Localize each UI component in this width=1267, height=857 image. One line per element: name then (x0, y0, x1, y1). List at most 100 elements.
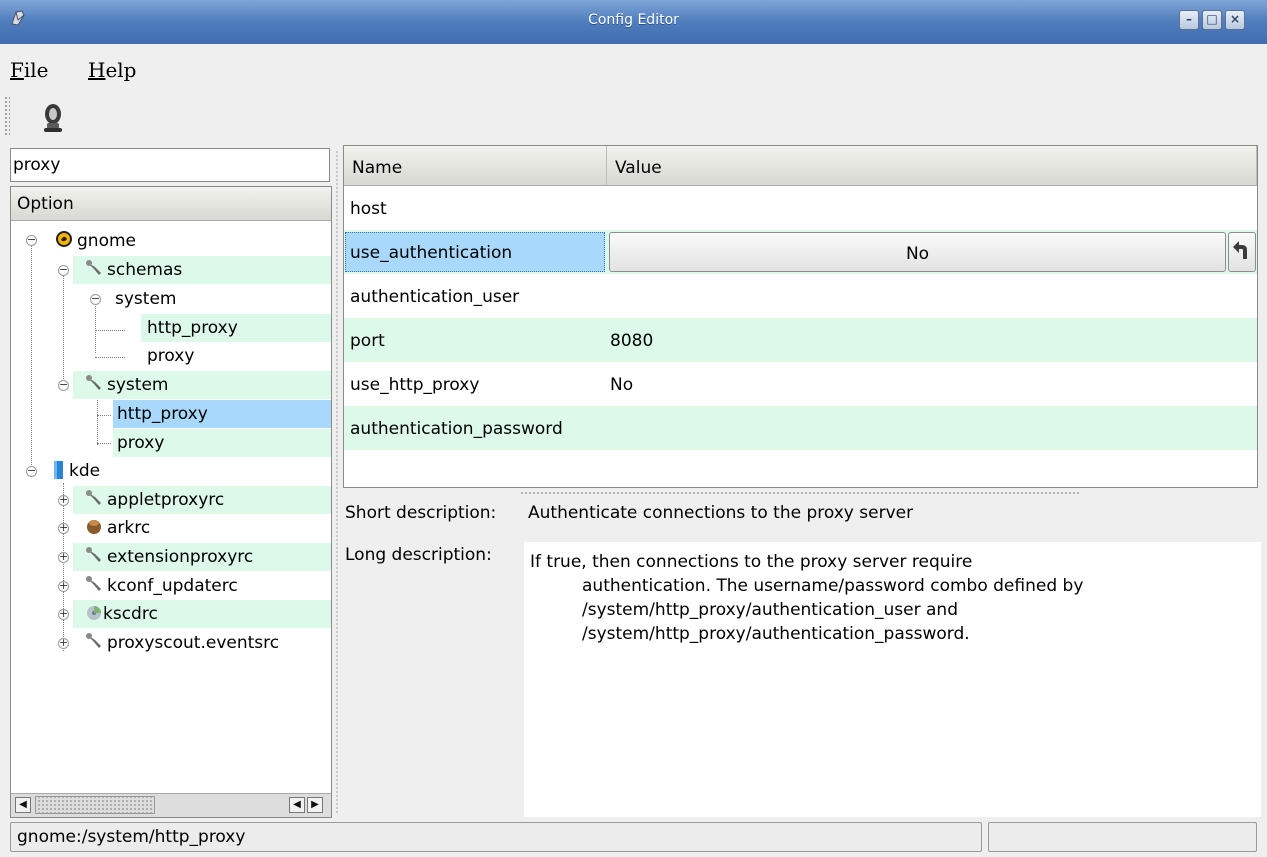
expand-toggle[interactable]: + (58, 551, 69, 563)
collapse-toggle[interactable]: − (58, 379, 69, 391)
tree-node-system-http-proxy[interactable]: http_proxy (113, 400, 331, 428)
key-name: authentication_user (350, 287, 520, 307)
window-title: Config Editor (588, 12, 679, 28)
table-row[interactable]: authentication_user (344, 274, 1257, 318)
arrow-right-icon: ▶ (311, 799, 319, 810)
close-icon: × (1229, 12, 1241, 26)
wrench-icon (86, 490, 101, 505)
title-bar[interactable]: Config Editor – □ × (0, 0, 1267, 44)
horizontal-splitter[interactable] (520, 491, 1080, 495)
collapse-toggle[interactable]: − (58, 264, 69, 276)
value-dropdown[interactable]: No (609, 232, 1226, 272)
tree-node-label: schemas (107, 260, 183, 280)
scroll-right-button[interactable]: ▶ (307, 797, 323, 813)
gnome-app-icon (56, 231, 72, 247)
tree-node-arkrc[interactable]: arkrc (73, 514, 331, 542)
tree-node-label: extensionproxyrc (107, 547, 254, 567)
minimize-icon: – (1186, 12, 1192, 26)
tree-node-label: appletproxyrc (107, 490, 225, 510)
long-description-label: Long description: (345, 545, 492, 565)
tree-node-label: proxy (117, 433, 165, 453)
tree-node-label: proxyscout.eventsrc (107, 633, 280, 653)
expand-toggle[interactable]: + (58, 580, 69, 592)
undo-icon (1233, 241, 1247, 259)
tree-node-appletproxyrc[interactable]: appletproxyrc (73, 486, 331, 514)
cd-player-icon (87, 606, 101, 620)
expand-toggle[interactable]: + (58, 522, 69, 534)
tree-node-schemas-http-proxy[interactable]: http_proxy (141, 314, 331, 342)
wrench-icon (86, 576, 101, 591)
vertical-splitter[interactable] (335, 150, 339, 815)
tree-node-system[interactable]: system (73, 371, 331, 399)
toolbar (0, 92, 1267, 142)
tree-node-label: kde (69, 461, 101, 481)
tree-node-kconf-updaterc[interactable]: kconf_updaterc (73, 572, 331, 600)
key-name: host (350, 199, 387, 219)
minimize-button[interactable]: – (1179, 10, 1199, 30)
scroll-left-button-secondary[interactable]: ◀ (289, 797, 305, 813)
long-description-line: authentication. The username/password co… (582, 576, 1084, 596)
table-row[interactable]: use_http_proxy No (344, 362, 1257, 406)
expand-toggle[interactable]: + (58, 608, 69, 620)
tree-node-label: arkrc (107, 518, 151, 538)
archive-icon (87, 520, 101, 534)
expand-toggle[interactable]: + (58, 494, 69, 506)
tree-node-label: http_proxy (117, 404, 208, 424)
gnome-foot-icon (44, 104, 62, 132)
option-tree[interactable]: Option − gnome schemas − system − http_p… (10, 186, 332, 818)
table-row[interactable]: authentication_password (344, 406, 1257, 450)
menu-help[interactable]: Help (88, 58, 137, 82)
expand-toggle[interactable]: + (58, 637, 69, 649)
search-input[interactable]: proxy (10, 148, 330, 182)
close-button[interactable]: × (1225, 10, 1245, 30)
key-value: 8080 (610, 331, 654, 351)
tree-node-proxyscout-eventsrc[interactable]: proxyscout.eventsrc (73, 629, 331, 657)
key-name: use_http_proxy (350, 375, 480, 395)
column-header-value[interactable]: Value (607, 146, 1257, 186)
tree-node-schemas-system[interactable]: system (103, 285, 331, 313)
status-bar: gnome:/system/http_proxy (0, 820, 1267, 857)
menu-file[interactable]: File (10, 58, 49, 82)
collapse-toggle[interactable]: − (26, 465, 37, 477)
table-row[interactable]: port 8080 (344, 318, 1257, 362)
tree-node-label: http_proxy (147, 318, 238, 338)
scrollbar-thumb[interactable] (35, 796, 155, 814)
tree-horizontal-scrollbar[interactable]: ◀ ◀ ▶ (11, 793, 331, 817)
collapse-toggle[interactable]: − (90, 293, 101, 305)
tree-node-label: kconf_updaterc (107, 576, 238, 596)
tree-header[interactable]: Option (11, 187, 331, 221)
toolbar-grip[interactable] (4, 96, 10, 136)
kde-app-icon (54, 461, 63, 479)
arrow-left-icon: ◀ (293, 799, 301, 810)
collapse-toggle[interactable]: − (26, 234, 37, 246)
scroll-left-button[interactable]: ◀ (15, 797, 31, 813)
long-description-line: /system/http_proxy/authentication_user a… (582, 600, 958, 620)
tree-node-label: gnome (77, 231, 136, 251)
maximize-button[interactable]: □ (1202, 10, 1222, 30)
long-description-line: If true, then connections to the proxy s… (530, 552, 973, 572)
menu-bar: File Help (0, 44, 1267, 92)
short-description-label: Short description: (345, 503, 497, 523)
column-header-name[interactable]: Name (344, 146, 607, 186)
tree-node-label: system (115, 289, 177, 309)
tree-node-gnome[interactable]: − gnome (11, 227, 331, 255)
table-row[interactable]: host (344, 186, 1257, 230)
tree-node-kscdrc[interactable]: kscdrc (73, 600, 331, 628)
tree-node-system-proxy[interactable]: proxy (113, 429, 331, 457)
tree-node-kde[interactable]: − kde (11, 457, 331, 485)
status-path: gnome:/system/http_proxy (10, 822, 982, 852)
tree-node-label: proxy (147, 346, 195, 366)
table-row-selected[interactable]: use_authentication No (344, 230, 1257, 274)
tree-node-schemas-proxy[interactable]: proxy (141, 342, 331, 370)
tree-node-extensionproxyrc[interactable]: extensionproxyrc (73, 543, 331, 571)
reset-value-button[interactable] (1228, 232, 1256, 272)
key-name: use_authentication (350, 243, 513, 263)
long-description-text[interactable]: If true, then connections to the proxy s… (524, 542, 1261, 817)
toolbar-button[interactable] (36, 100, 70, 134)
tree-node-schemas[interactable]: schemas (73, 256, 331, 284)
short-description-value: Authenticate connections to the proxy se… (528, 503, 914, 523)
maximize-icon: □ (1206, 12, 1218, 26)
key-value-table[interactable]: Name Value host use_authentication No au… (343, 145, 1258, 488)
wrench-icon (86, 375, 101, 390)
arrow-left-icon: ◀ (19, 799, 27, 810)
